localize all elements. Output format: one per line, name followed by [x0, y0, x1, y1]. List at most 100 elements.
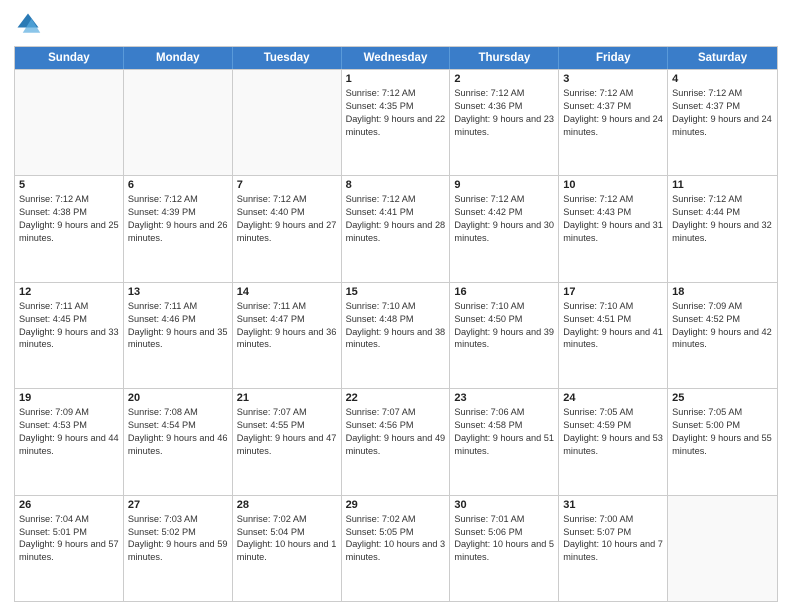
calendar-cell: 20 Sunrise: 7:08 AM Sunset: 4:54 PM Dayli… — [124, 389, 233, 494]
day-number: 27 — [128, 499, 228, 511]
day-info: Sunrise: 7:11 AM Sunset: 4:47 PM Dayligh… — [237, 300, 337, 352]
day-info: Sunrise: 7:03 AM Sunset: 5:02 PM Dayligh… — [128, 513, 228, 565]
day-info: Sunrise: 7:12 AM Sunset: 4:37 PM Dayligh… — [672, 87, 773, 139]
page: SundayMondayTuesdayWednesdayThursdayFrid… — [0, 0, 792, 612]
calendar-cell: 22 Sunrise: 7:07 AM Sunset: 4:56 PM Dayli… — [342, 389, 451, 494]
calendar-cell: 27 Sunrise: 7:03 AM Sunset: 5:02 PM Dayli… — [124, 496, 233, 601]
day-number: 28 — [237, 499, 337, 511]
day-info: Sunrise: 7:08 AM Sunset: 4:54 PM Dayligh… — [128, 406, 228, 458]
day-info: Sunrise: 7:09 AM Sunset: 4:52 PM Dayligh… — [672, 300, 773, 352]
day-info: Sunrise: 7:05 AM Sunset: 5:00 PM Dayligh… — [672, 406, 773, 458]
calendar-cell: 23Sunrise: 7:06 AM Sunset: 4:58 PM Dayli… — [450, 389, 559, 494]
day-number: 29 — [346, 499, 446, 511]
calendar-cell: 21 Sunrise: 7:07 AM Sunset: 4:55 PM Dayli… — [233, 389, 342, 494]
calendar-cell: 8Sunrise: 7:12 AM Sunset: 4:41 PM Daylig… — [342, 176, 451, 281]
day-number: 19 — [19, 392, 119, 404]
day-number: 13 — [128, 286, 228, 298]
day-number: 14 — [237, 286, 337, 298]
day-info: Sunrise: 7:10 AM Sunset: 4:50 PM Dayligh… — [454, 300, 554, 352]
day-info: Sunrise: 7:12 AM Sunset: 4:38 PM Dayligh… — [19, 193, 119, 245]
calendar-header: SundayMondayTuesdayWednesdayThursdayFrid… — [15, 47, 777, 69]
weekday-header: Tuesday — [233, 47, 342, 69]
day-number: 25 — [672, 392, 773, 404]
calendar-cell: 30 Sunrise: 7:01 AM Sunset: 5:06 PM Dayli… — [450, 496, 559, 601]
calendar-cell: 9 Sunrise: 7:12 AM Sunset: 4:42 PM Daylig… — [450, 176, 559, 281]
calendar-cell: 26 Sunrise: 7:04 AM Sunset: 5:01 PM Dayli… — [15, 496, 124, 601]
calendar-cell: 31 Sunrise: 7:00 AM Sunset: 5:07 PM Dayli… — [559, 496, 668, 601]
day-info: Sunrise: 7:10 AM Sunset: 4:48 PM Dayligh… — [346, 300, 446, 352]
day-number: 18 — [672, 286, 773, 298]
day-info: Sunrise: 7:02 AM Sunset: 5:04 PM Dayligh… — [237, 513, 337, 565]
calendar-cell: 5Sunrise: 7:12 AM Sunset: 4:38 PM Daylig… — [15, 176, 124, 281]
calendar-cell: 18 Sunrise: 7:09 AM Sunset: 4:52 PM Dayli… — [668, 283, 777, 388]
day-number: 3 — [563, 73, 663, 85]
day-number: 20 — [128, 392, 228, 404]
calendar-cell: 29Sunrise: 7:02 AM Sunset: 5:05 PM Dayli… — [342, 496, 451, 601]
day-info: Sunrise: 7:12 AM Sunset: 4:39 PM Dayligh… — [128, 193, 228, 245]
calendar-cell: 10 Sunrise: 7:12 AM Sunset: 4:43 PM Dayli… — [559, 176, 668, 281]
day-number: 1 — [346, 73, 446, 85]
day-info: Sunrise: 7:12 AM Sunset: 4:44 PM Dayligh… — [672, 193, 773, 245]
day-info: Sunrise: 7:12 AM Sunset: 4:40 PM Dayligh… — [237, 193, 337, 245]
day-info: Sunrise: 7:07 AM Sunset: 4:55 PM Dayligh… — [237, 406, 337, 458]
day-number: 17 — [563, 286, 663, 298]
calendar-cell: 16 Sunrise: 7:10 AM Sunset: 4:50 PM Dayli… — [450, 283, 559, 388]
calendar-cell — [15, 70, 124, 175]
day-info: Sunrise: 7:12 AM Sunset: 4:42 PM Dayligh… — [454, 193, 554, 245]
day-number: 24 — [563, 392, 663, 404]
day-number: 22 — [346, 392, 446, 404]
day-number: 4 — [672, 73, 773, 85]
calendar-week: 26 Sunrise: 7:04 AM Sunset: 5:01 PM Dayli… — [15, 495, 777, 601]
day-info: Sunrise: 7:07 AM Sunset: 4:56 PM Dayligh… — [346, 406, 446, 458]
weekday-header: Thursday — [450, 47, 559, 69]
calendar-cell — [233, 70, 342, 175]
weekday-header: Saturday — [668, 47, 777, 69]
calendar-cell: 15 Sunrise: 7:10 AM Sunset: 4:48 PM Dayli… — [342, 283, 451, 388]
logo — [14, 10, 46, 38]
calendar-cell: 3 Sunrise: 7:12 AM Sunset: 4:37 PM Daylig… — [559, 70, 668, 175]
weekday-header: Friday — [559, 47, 668, 69]
day-info: Sunrise: 7:12 AM Sunset: 4:37 PM Dayligh… — [563, 87, 663, 139]
calendar-cell: 2Sunrise: 7:12 AM Sunset: 4:36 PM Daylig… — [450, 70, 559, 175]
calendar-cell — [668, 496, 777, 601]
day-info: Sunrise: 7:11 AM Sunset: 4:46 PM Dayligh… — [128, 300, 228, 352]
calendar-cell: 25 Sunrise: 7:05 AM Sunset: 5:00 PM Dayli… — [668, 389, 777, 494]
calendar-cell: 17 Sunrise: 7:10 AM Sunset: 4:51 PM Dayli… — [559, 283, 668, 388]
day-number: 11 — [672, 179, 773, 191]
day-info: Sunrise: 7:04 AM Sunset: 5:01 PM Dayligh… — [19, 513, 119, 565]
day-info: Sunrise: 7:09 AM Sunset: 4:53 PM Dayligh… — [19, 406, 119, 458]
day-info: Sunrise: 7:00 AM Sunset: 5:07 PM Dayligh… — [563, 513, 663, 565]
day-number: 26 — [19, 499, 119, 511]
day-info: Sunrise: 7:06 AM Sunset: 4:58 PM Dayligh… — [454, 406, 554, 458]
day-info: Sunrise: 7:10 AM Sunset: 4:51 PM Dayligh… — [563, 300, 663, 352]
day-number: 8 — [346, 179, 446, 191]
calendar-cell: 19 Sunrise: 7:09 AM Sunset: 4:53 PM Dayli… — [15, 389, 124, 494]
calendar-cell: 6 Sunrise: 7:12 AM Sunset: 4:39 PM Daylig… — [124, 176, 233, 281]
calendar-cell: 28 Sunrise: 7:02 AM Sunset: 5:04 PM Dayli… — [233, 496, 342, 601]
day-number: 6 — [128, 179, 228, 191]
day-number: 31 — [563, 499, 663, 511]
day-number: 16 — [454, 286, 554, 298]
day-info: Sunrise: 7:05 AM Sunset: 4:59 PM Dayligh… — [563, 406, 663, 458]
day-number: 30 — [454, 499, 554, 511]
day-number: 9 — [454, 179, 554, 191]
calendar-week: 12Sunrise: 7:11 AM Sunset: 4:45 PM Dayli… — [15, 282, 777, 388]
day-number: 15 — [346, 286, 446, 298]
header — [14, 10, 778, 38]
calendar-week: 5Sunrise: 7:12 AM Sunset: 4:38 PM Daylig… — [15, 175, 777, 281]
calendar-cell: 7Sunrise: 7:12 AM Sunset: 4:40 PM Daylig… — [233, 176, 342, 281]
calendar-week: 19 Sunrise: 7:09 AM Sunset: 4:53 PM Dayli… — [15, 388, 777, 494]
calendar-week: 1Sunrise: 7:12 AM Sunset: 4:35 PM Daylig… — [15, 69, 777, 175]
calendar-cell — [124, 70, 233, 175]
calendar-cell: 1Sunrise: 7:12 AM Sunset: 4:35 PM Daylig… — [342, 70, 451, 175]
day-number: 2 — [454, 73, 554, 85]
calendar-cell: 14 Sunrise: 7:11 AM Sunset: 4:47 PM Dayli… — [233, 283, 342, 388]
day-number: 21 — [237, 392, 337, 404]
calendar-cell: 13 Sunrise: 7:11 AM Sunset: 4:46 PM Dayli… — [124, 283, 233, 388]
day-info: Sunrise: 7:01 AM Sunset: 5:06 PM Dayligh… — [454, 513, 554, 565]
day-number: 10 — [563, 179, 663, 191]
calendar-cell: 11 Sunrise: 7:12 AM Sunset: 4:44 PM Dayli… — [668, 176, 777, 281]
logo-icon — [14, 10, 42, 38]
day-info: Sunrise: 7:12 AM Sunset: 4:43 PM Dayligh… — [563, 193, 663, 245]
calendar-cell: 12Sunrise: 7:11 AM Sunset: 4:45 PM Dayli… — [15, 283, 124, 388]
